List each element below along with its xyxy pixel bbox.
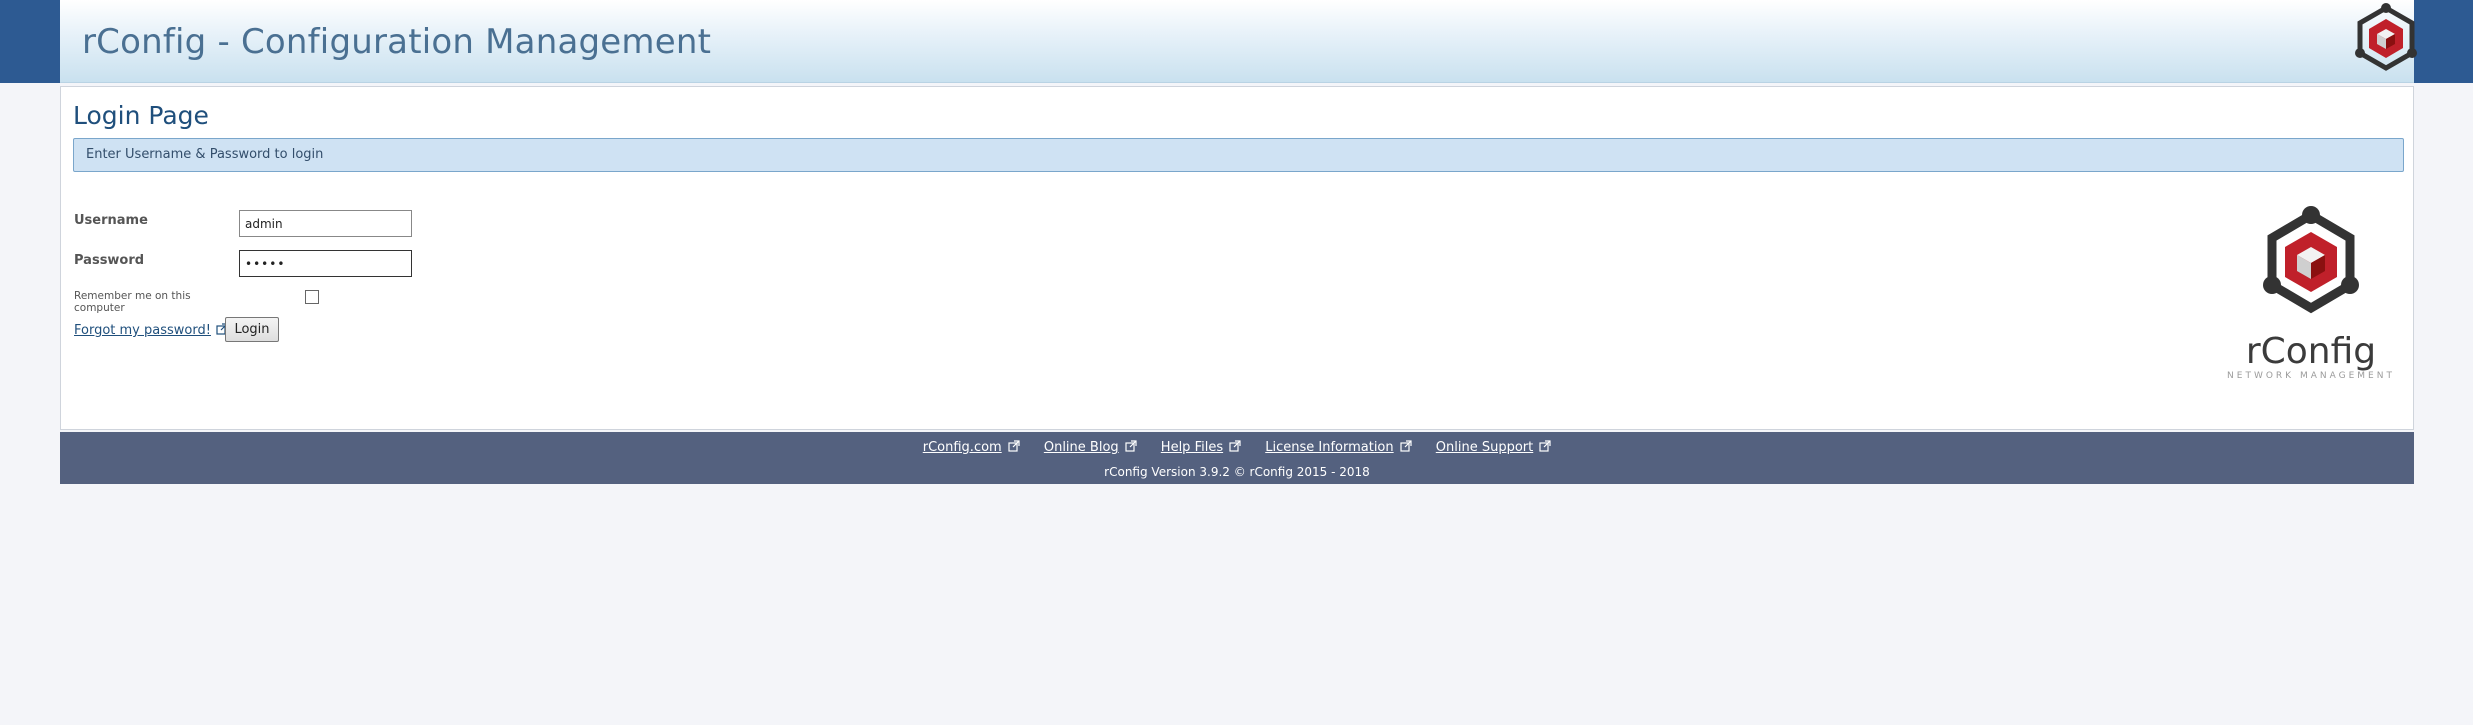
- footer-link-label: License Information: [1265, 440, 1394, 455]
- remember-me-checkbox[interactable]: [305, 290, 319, 304]
- external-link-icon: [1539, 440, 1551, 452]
- footer-link-label: Help Files: [1160, 440, 1224, 455]
- footer-link-help-files[interactable]: Help Files: [1161, 440, 1241, 455]
- password-input[interactable]: [239, 250, 412, 277]
- brand-name: rConfig: [2245, 331, 2377, 372]
- info-message-box: Enter Username & Password to login: [73, 138, 2404, 172]
- password-label: Password: [74, 253, 145, 268]
- external-link-icon: [1125, 440, 1137, 452]
- app-title: rConfig - Configuration Management: [82, 22, 712, 62]
- info-message: Enter Username & Password to login: [86, 147, 324, 162]
- footer-version: rConfig Version 3.9.2 © rConfig 2015 - 2…: [1104, 465, 1370, 479]
- footer-link-label: Online Support: [1435, 440, 1534, 455]
- remember-me-label: Remember me on this computer: [74, 290, 191, 314]
- external-link-icon: [1229, 440, 1241, 452]
- username-input[interactable]: [239, 210, 412, 237]
- page-title: Login Page: [73, 101, 209, 130]
- header-side-bar-right: [2414, 0, 2473, 83]
- footer-link-online-support[interactable]: Online Support: [1436, 440, 1551, 455]
- login-panel: Login Page Enter Username & Password to …: [60, 86, 2414, 430]
- footer-link-label: Online Blog: [1043, 440, 1119, 455]
- footer-link-label: rConfig.com: [922, 440, 1002, 455]
- login-button[interactable]: Login: [225, 317, 279, 342]
- header-side-bar-left: [0, 0, 60, 83]
- rconfig-logo-icon: [2355, 3, 2417, 71]
- forgot-password-label: Forgot my password!: [74, 323, 211, 338]
- username-label: Username: [74, 213, 148, 228]
- footer-link-online-blog[interactable]: Online Blog: [1044, 440, 1137, 455]
- footer-link-rconfig[interactable]: rConfig.com: [923, 440, 1020, 455]
- footer: rConfig.com Online Blog Help Files Licen…: [60, 432, 2414, 484]
- footer-link-license[interactable]: License Information: [1265, 440, 1412, 455]
- footer-links: rConfig.com Online Blog Help Files Licen…: [60, 440, 2414, 455]
- forgot-password-link[interactable]: Forgot my password!: [74, 323, 228, 338]
- external-link-icon: [1400, 440, 1412, 452]
- external-link-icon: [1008, 440, 1020, 452]
- brand-tagline: NETWORK MANAGEMENT: [2227, 371, 2395, 381]
- app-header: rConfig - Configuration Management: [60, 0, 2417, 83]
